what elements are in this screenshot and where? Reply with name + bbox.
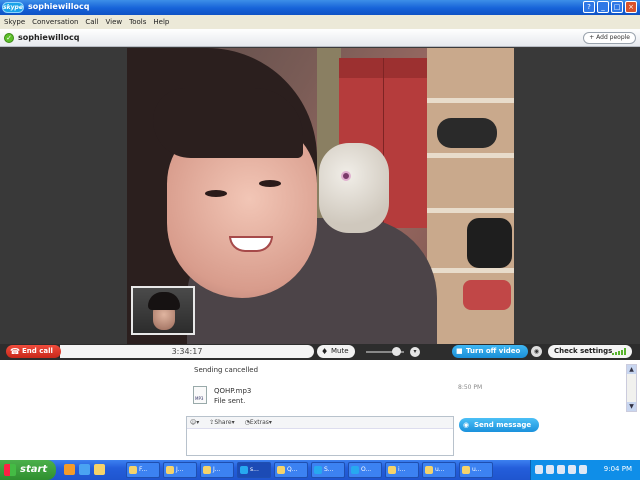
skype-logo: skype <box>2 2 24 13</box>
taskbar-item[interactable]: O... <box>348 462 382 478</box>
menu-skype[interactable]: Skype <box>4 18 25 26</box>
taskbar-item[interactable]: J... <box>200 462 234 478</box>
menu-view[interactable]: View <box>106 18 123 26</box>
signal-strength-icon <box>612 348 626 355</box>
call-controls: 3:34:17 ☎ End call ♦ Mute ▾ ■ Turn off v… <box>0 344 640 360</box>
shelf-toys <box>463 280 511 310</box>
maximize-button[interactable]: □ <box>611 1 623 13</box>
end-call-label: End call <box>22 347 53 355</box>
file-status: File sent. <box>214 397 246 405</box>
self-preview-video[interactable] <box>131 286 195 335</box>
menu-help[interactable]: Help <box>153 18 169 26</box>
check-settings-label: Check settings <box>554 347 613 355</box>
online-status-icon: ✓ <box>4 33 14 43</box>
contact-name[interactable]: sophiewillocq <box>18 33 79 42</box>
minimize-button[interactable]: _ <box>597 1 609 13</box>
phone-hangup-icon: ☎ <box>10 347 20 356</box>
message-compose: ☺▾ ⇪Share▾ ◔Extras▾ <box>186 416 454 456</box>
compose-toolbar: ☺▾ ⇪Share▾ ◔Extras▾ <box>187 417 453 429</box>
check-settings-button[interactable]: Check settings <box>548 345 632 358</box>
task-list: F... J... J... s... Q... S... O... i... … <box>126 462 493 478</box>
taskbar-item[interactable]: i... <box>385 462 419 478</box>
menu-conversation[interactable]: Conversation <box>32 18 78 26</box>
close-button[interactable]: × <box>625 1 637 13</box>
plush-pony <box>319 143 389 233</box>
menu-bar: Skype Conversation Call View Tools Help <box>0 15 640 29</box>
mp3-file-icon[interactable] <box>193 386 207 404</box>
scroll-up-icon[interactable]: ▲ <box>627 365 636 374</box>
emoticon-button[interactable]: ☺▾ <box>190 419 199 426</box>
turn-off-video-button[interactable]: ■ Turn off video <box>452 345 528 358</box>
extras-button[interactable]: ◔Extras▾ <box>245 419 272 426</box>
chat-scrollbar[interactable]: ▲ ▼ <box>626 364 637 412</box>
shelf-toys <box>437 118 497 148</box>
windows-flag-icon <box>4 464 16 476</box>
person-bangs <box>153 88 303 158</box>
help-button[interactable]: ? <box>583 1 595 13</box>
send-message-button[interactable]: ◉ Send message <box>459 418 539 432</box>
file-name[interactable]: QOHP.mp3 <box>214 387 251 395</box>
skype-tray-icon[interactable] <box>557 465 565 474</box>
message-input[interactable] <box>187 429 453 455</box>
chat-message: Sending cancelled <box>194 366 259 374</box>
message-timestamp: 8:50 PM <box>458 384 483 391</box>
menu-call[interactable]: Call <box>85 18 98 26</box>
call-duration: 3:34:17 <box>60 345 314 358</box>
title-bar: skype sophiewillocq ? _ □ × <box>0 0 640 15</box>
tray-icons <box>535 465 587 474</box>
turn-off-video-label: Turn off video <box>466 347 521 355</box>
security-icon[interactable] <box>568 465 576 474</box>
network-icon[interactable] <box>535 465 543 474</box>
windows-taskbar: start F... J... J... s... Q... S... O...… <box>0 460 640 480</box>
taskbar-item[interactable]: J... <box>163 462 197 478</box>
chat-history: Sending cancelled QOHP.mp3 File sent. 8:… <box>0 360 640 414</box>
taskbar-item[interactable]: Q... <box>274 462 308 478</box>
taskbar-item[interactable]: s... <box>237 462 271 478</box>
start-button[interactable]: start <box>0 460 56 480</box>
shelf-toys <box>467 218 512 268</box>
add-people-button[interactable]: + Add people <box>583 32 636 44</box>
video-stage <box>0 48 640 344</box>
folder-icon[interactable] <box>94 464 105 475</box>
window-controls: ? _ □ × <box>583 1 637 13</box>
microphone-icon: ♦ <box>321 347 329 356</box>
taskbar-item[interactable]: u... <box>459 462 493 478</box>
ie-icon[interactable] <box>79 464 90 475</box>
menu-tools[interactable]: Tools <box>129 18 146 26</box>
volume-knob[interactable] <box>392 347 401 356</box>
firefox-icon[interactable] <box>64 464 75 475</box>
mute-label: Mute <box>331 347 349 355</box>
send-message-label: Send message <box>474 421 532 429</box>
tray-icon[interactable] <box>579 465 587 474</box>
scroll-down-icon[interactable]: ▼ <box>627 402 636 411</box>
clock: 9:04 PM <box>603 465 632 473</box>
mute-button[interactable]: ♦ Mute <box>317 345 355 358</box>
camera-icon: ■ <box>456 347 463 355</box>
taskbar-item[interactable]: u... <box>422 462 456 478</box>
snapshot-icon[interactable]: ◉ <box>531 346 542 357</box>
send-bubble-icon: ◉ <box>463 421 470 429</box>
share-button[interactable]: ⇪Share▾ <box>209 419 234 426</box>
taskbar-item[interactable]: F... <box>126 462 160 478</box>
volume-icon[interactable] <box>546 465 554 474</box>
window-title: sophiewillocq <box>28 2 90 11</box>
quick-launch <box>64 464 105 475</box>
end-call-button[interactable]: ☎ End call <box>6 345 61 358</box>
contact-bar: ✓ sophiewillocq + Add people <box>0 29 640 47</box>
system-tray: 9:04 PM <box>530 460 640 480</box>
taskbar-item[interactable]: S... <box>311 462 345 478</box>
start-label: start <box>20 464 48 475</box>
call-options-icon[interactable]: ▾ <box>410 347 420 357</box>
